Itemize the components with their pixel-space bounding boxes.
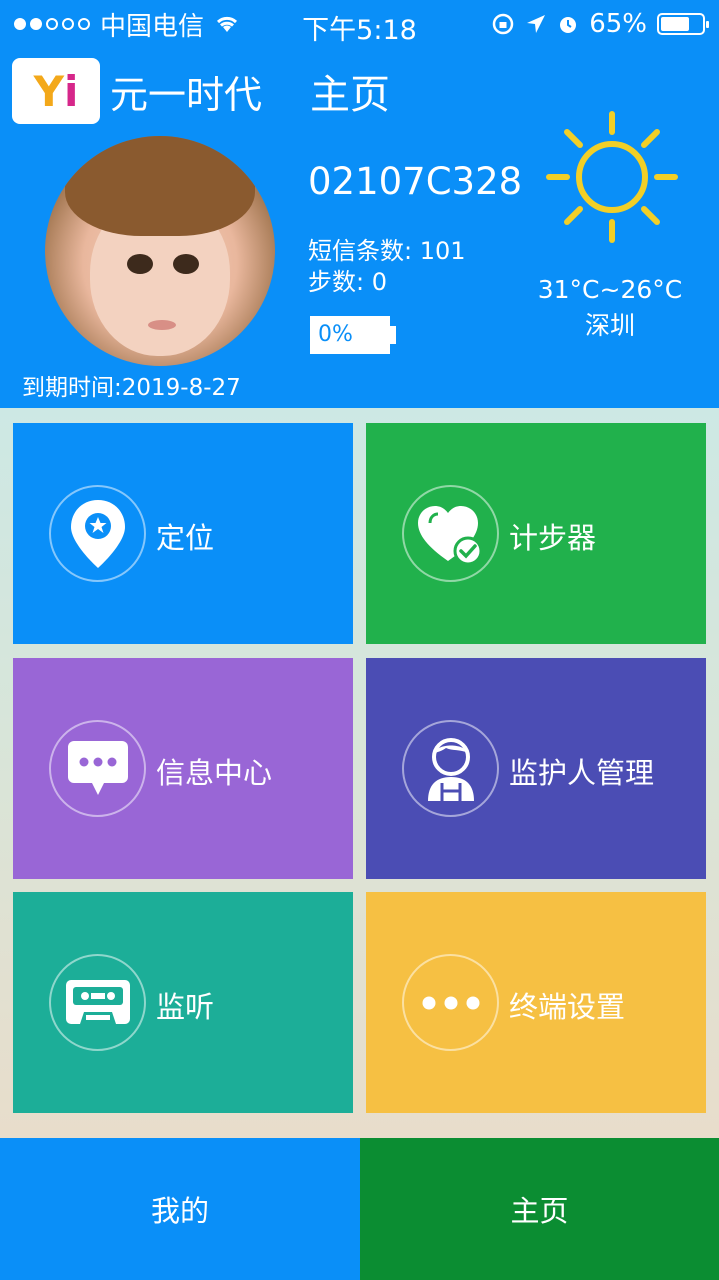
tile-monitor[interactable]: 监听 — [13, 892, 353, 1113]
tile-location[interactable]: 定位 — [13, 423, 353, 644]
location-pin-icon — [70, 499, 125, 568]
tile-pedometer[interactable]: 计步器 — [366, 423, 706, 644]
sms-count: 短信条数: 101 — [308, 237, 466, 265]
tile-label: 计步器 — [509, 521, 597, 555]
battery-icon — [657, 13, 709, 35]
message-bubble-icon — [67, 740, 128, 795]
guardian-person-icon — [427, 737, 474, 801]
tab-mine[interactable]: 我的 — [0, 1138, 360, 1280]
step-count: 步数: 0 — [308, 268, 387, 296]
page-title: 主页 — [310, 72, 391, 118]
status-time: 下午5:18 — [302, 15, 417, 46]
status-bar: 中国电信 下午5:18 65% — [0, 0, 719, 48]
more-dots-icon — [422, 996, 479, 1009]
weather-city: 深圳 — [584, 311, 635, 340]
device-battery: 0% — [310, 316, 396, 354]
tile-label: 终端设置 — [509, 990, 626, 1024]
tab-label: 主页 — [510, 1194, 569, 1228]
tile-label: 监听 — [156, 990, 215, 1024]
tile-guardian-management[interactable]: 监护人管理 — [366, 658, 706, 879]
cassette-icon — [65, 979, 130, 1024]
device-id: 02107C328 — [308, 160, 523, 203]
app-name: 元一时代 — [110, 72, 263, 117]
title-bar: Yi 元一时代 主页 — [12, 58, 390, 124]
tile-device-settings[interactable]: 终端设置 — [366, 892, 706, 1113]
tile-label: 定位 — [156, 521, 215, 555]
tile-label: 信息中心 — [156, 756, 273, 790]
weather-temperature: 31°C~26°C — [537, 275, 683, 304]
tile-message-center[interactable]: 信息中心 — [13, 658, 353, 879]
tile-label: 监护人管理 — [509, 756, 655, 790]
expire-date: 到期时间:2019-8-27 — [22, 375, 241, 401]
app-logo: Yi — [12, 58, 100, 124]
tab-label: 我的 — [150, 1194, 209, 1228]
avatar[interactable] — [45, 136, 275, 366]
header: 中国电信 下午5:18 65% Yi 元一时代 主页 到期时间:2019-8-2… — [0, 0, 719, 408]
sun-icon — [546, 111, 678, 243]
tab-home[interactable]: 主页 — [360, 1138, 719, 1280]
heart-check-icon — [417, 505, 482, 565]
